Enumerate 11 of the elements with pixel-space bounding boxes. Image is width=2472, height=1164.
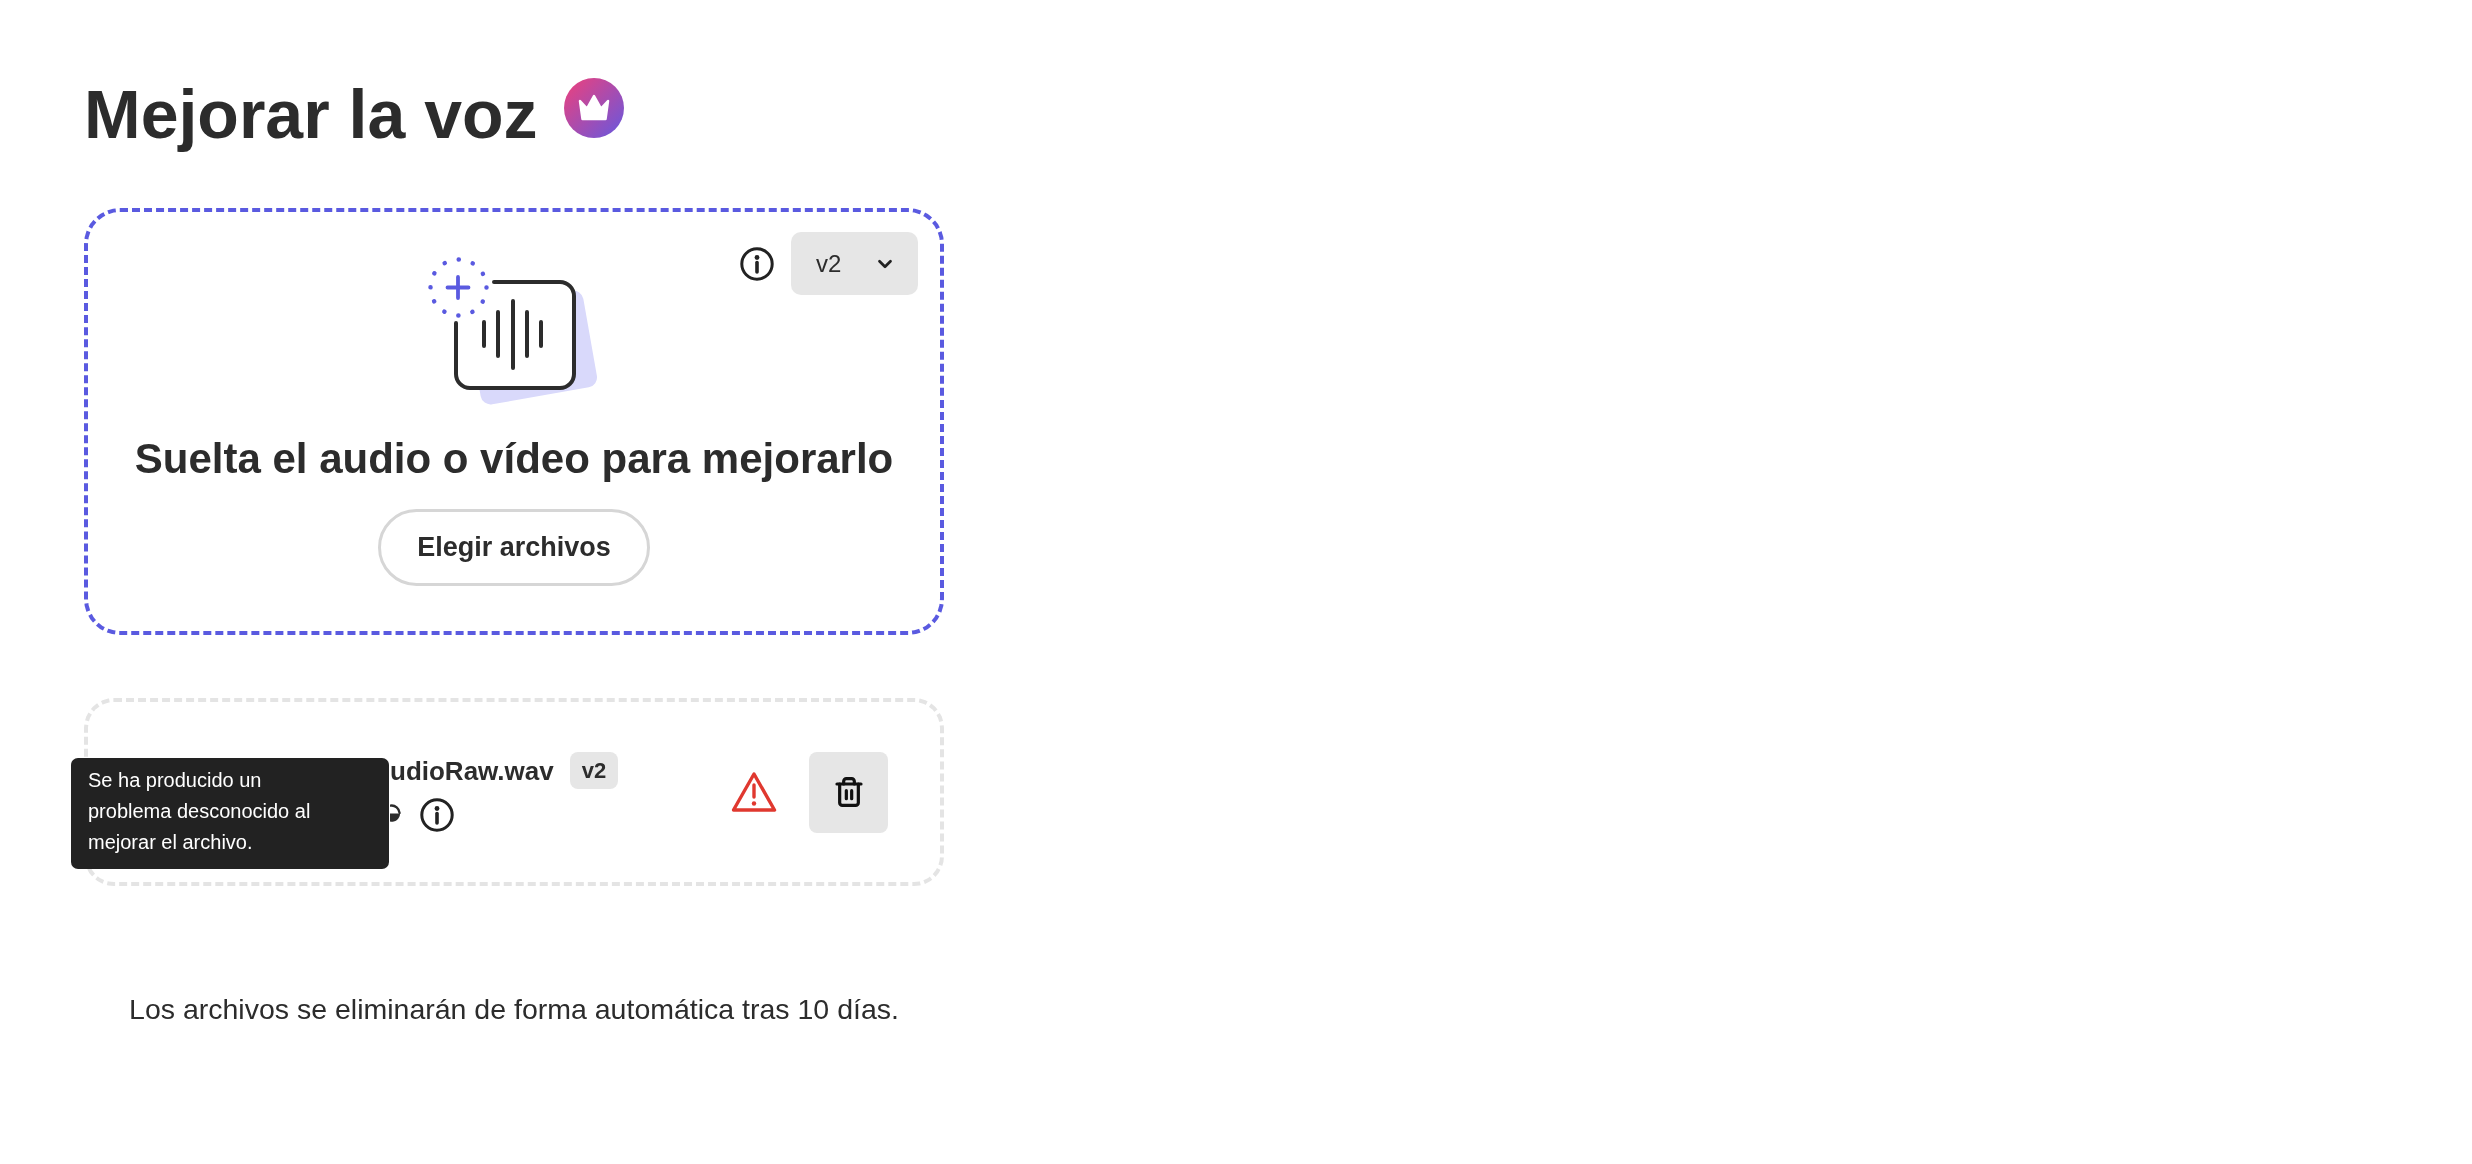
retention-note: Los archivos se eliminarán de forma automática tras 10 días. [128, 995, 900, 1024]
info-icon[interactable] [420, 798, 454, 832]
drop-zone[interactable]: v2 Suelta el audio o vídeo para mejorarlo Elegir archivos [84, 208, 944, 635]
choose-files-button[interactable]: Elegir archivos [378, 509, 650, 586]
info-icon[interactable] [740, 246, 774, 281]
file-name: udioRaw.wav [390, 757, 554, 784]
delete-button[interactable] [809, 751, 888, 833]
drop-heading: Suelta el audio o vídeo para mejorarlo [134, 438, 894, 480]
tooltip-text: Se ha producido un problema desconocido al mejorar el archivo. [88, 768, 312, 855]
version-dropdown[interactable]: v2 [791, 232, 918, 295]
version-badge: v2 [569, 752, 619, 789]
